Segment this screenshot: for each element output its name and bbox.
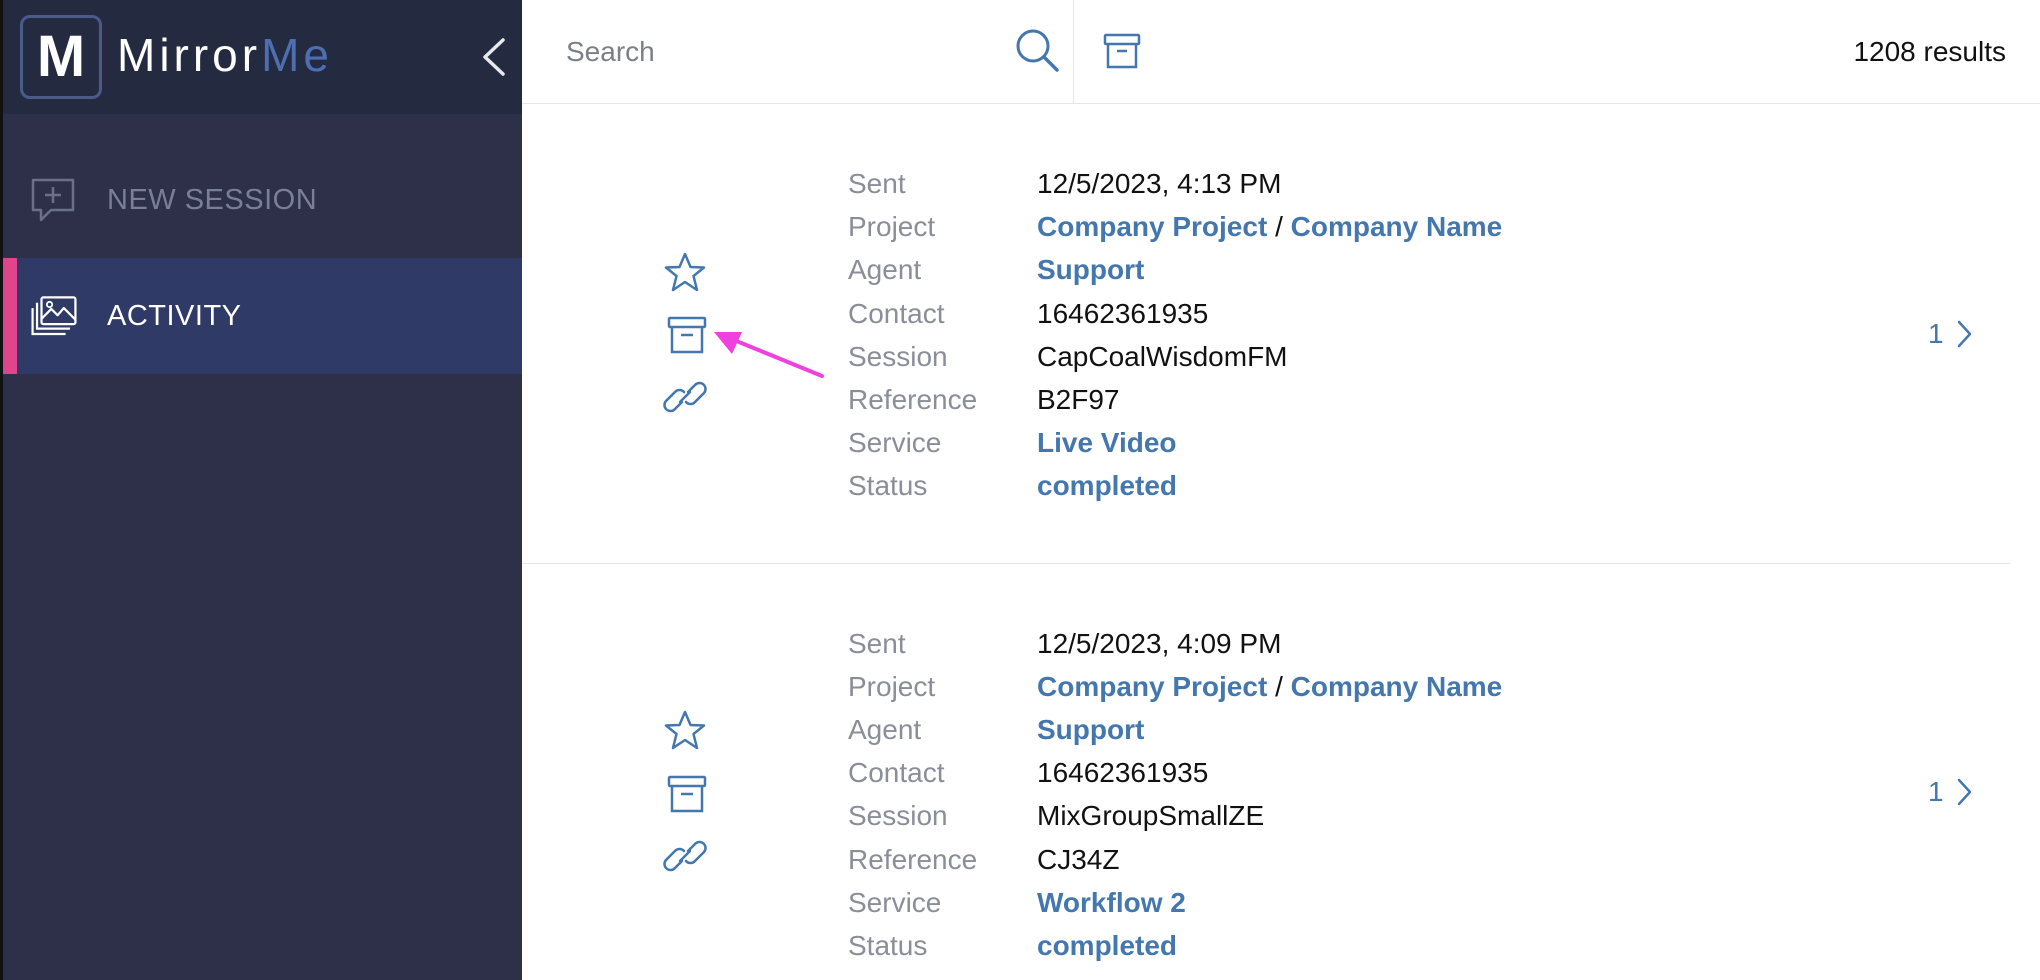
label-status: Status	[848, 930, 928, 961]
sidebar-nav: NEW SESSION ACTIVITY	[3, 142, 522, 374]
separator: /	[1275, 671, 1283, 702]
brand-name: MirrorMe	[117, 32, 333, 78]
label-session: Session	[848, 341, 948, 372]
value-agent: Support	[1037, 714, 1144, 746]
value-reference: CJ34Z	[1037, 844, 1120, 875]
results-count: 1208 results	[1853, 36, 2006, 67]
status-link[interactable]: completed	[1037, 930, 1177, 961]
sidebar: M MirrorMe NEW SESSION ACTIVITY	[0, 0, 522, 980]
label-contact: Contact	[848, 757, 945, 788]
link-icon[interactable]	[662, 374, 708, 420]
search-input[interactable]	[566, 28, 1006, 76]
brand-bar: M MirrorMe	[3, 0, 522, 114]
activity-panel: 1208 results Sent 12/5/2023, 4:13 PM Pro…	[522, 0, 2040, 980]
sidebar-item-activity[interactable]: ACTIVITY	[3, 258, 522, 374]
link-icon[interactable]	[662, 833, 708, 879]
label-project: Project	[848, 671, 936, 702]
star-icon[interactable]	[662, 708, 708, 754]
session-card: Sent 12/5/2023, 4:09 PM Project Company …	[522, 565, 2010, 980]
sidebar-item-new-session[interactable]: NEW SESSION	[3, 142, 522, 258]
value-contact: 16462361935	[1037, 298, 1209, 329]
value-session: CapCoalWisdomFM	[1037, 341, 1288, 372]
chevron-right-icon	[1957, 320, 1971, 348]
open-session-button[interactable]: 1	[1928, 312, 1984, 356]
agent-link[interactable]: Support	[1037, 714, 1144, 745]
label-agent: Agent	[848, 254, 922, 285]
session-count: 1	[1928, 318, 1944, 349]
session-count: 1	[1928, 776, 1944, 807]
label-sent: Sent	[848, 628, 906, 659]
logo: M	[20, 15, 102, 99]
label-project: Project	[848, 211, 936, 242]
annotation-arrow-icon	[714, 332, 824, 378]
sidebar-item-label: NEW SESSION	[107, 183, 318, 216]
images-icon	[31, 296, 77, 336]
agent-link[interactable]: Support	[1037, 254, 1144, 285]
value-project: Company Project / Company Name	[1037, 211, 1502, 243]
company-link[interactable]: Company Name	[1291, 671, 1503, 702]
value-status: completed	[1037, 470, 1177, 502]
label-reference: Reference	[848, 384, 978, 415]
value-reference: B2F97	[1037, 384, 1120, 415]
brand-name-accent: Me	[261, 29, 333, 81]
value-session: MixGroupSmallZE	[1037, 800, 1265, 831]
chevron-left-icon[interactable]	[475, 36, 515, 78]
label-service: Service	[848, 427, 942, 458]
app-window: M MirrorMe NEW SESSION ACTIVITY Search 1…	[0, 0, 2040, 980]
search-icon[interactable]	[1012, 26, 1062, 76]
value-contact: 16462361935	[1037, 757, 1209, 788]
company-link[interactable]: Company Name	[1291, 211, 1503, 242]
service-link[interactable]: Live Video	[1037, 427, 1177, 458]
value-agent: Support	[1037, 254, 1144, 286]
project-link[interactable]: Company Project	[1037, 211, 1267, 242]
value-service: Live Video	[1037, 427, 1177, 459]
brand-name-primary: Mirror	[117, 29, 262, 81]
project-link[interactable]: Company Project	[1037, 671, 1267, 702]
status-link[interactable]: completed	[1037, 470, 1177, 501]
chevron-right-icon	[1957, 778, 1971, 806]
label-agent: Agent	[848, 714, 922, 745]
star-icon[interactable]	[662, 250, 708, 296]
label-session: Session	[848, 800, 948, 831]
logo-letter: M	[36, 24, 86, 89]
label-service: Service	[848, 887, 942, 918]
archive-icon[interactable]	[664, 771, 710, 817]
value-sent: 12/5/2023, 4:09 PM	[1037, 628, 1282, 659]
label-reference: Reference	[848, 844, 978, 875]
value-sent: 12/5/2023, 4:13 PM	[1037, 168, 1282, 199]
toolbar-divider	[1073, 0, 1074, 104]
label-contact: Contact	[848, 298, 945, 329]
separator: /	[1275, 211, 1283, 242]
archive-icon[interactable]	[1102, 32, 1142, 70]
label-status: Status	[848, 470, 928, 501]
service-link[interactable]: Workflow 2	[1037, 887, 1186, 918]
sidebar-item-label: ACTIVITY	[107, 299, 242, 332]
value-service: Workflow 2	[1037, 887, 1186, 919]
archive-icon[interactable]	[664, 312, 710, 358]
toolbar: 1208 results	[522, 0, 2040, 104]
open-session-button[interactable]: 1	[1928, 770, 1984, 814]
chat-plus-icon	[31, 178, 75, 222]
value-project: Company Project / Company Name	[1037, 671, 1502, 703]
label-sent: Sent	[848, 168, 906, 199]
value-status: completed	[1037, 930, 1177, 962]
